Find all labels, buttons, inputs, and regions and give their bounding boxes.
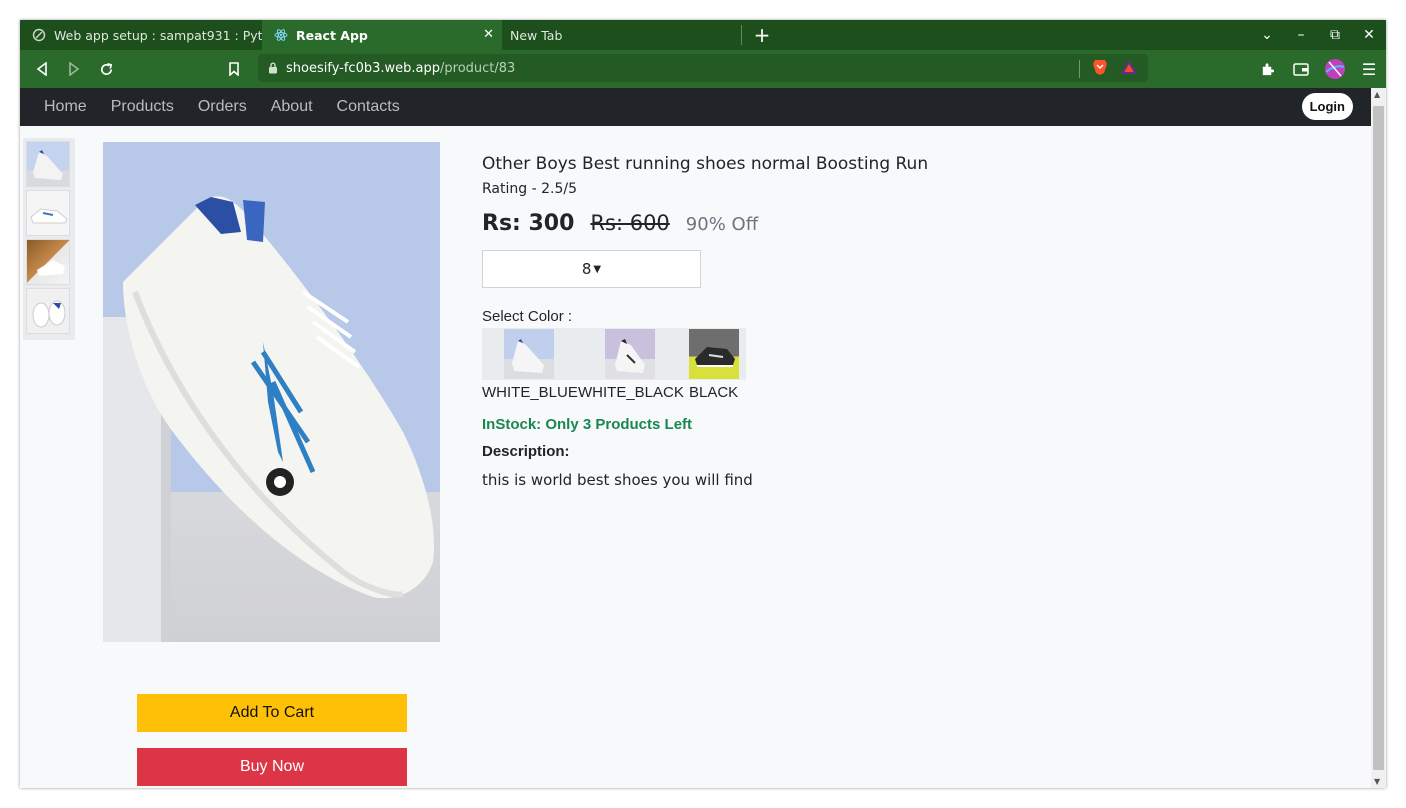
lock-icon — [268, 59, 278, 78]
color-swatches: WHITE_BLUE WHITE_BLACK BLACK — [482, 328, 746, 406]
stock-status: InStock: Only 3 Products Left — [482, 416, 693, 433]
wallet-icon[interactable] — [1284, 53, 1318, 85]
thumbnail[interactable] — [26, 190, 70, 236]
product-rating: Rating - 2.5/5 — [482, 181, 577, 197]
brave-rewards-icon[interactable] — [1120, 59, 1138, 79]
close-window-icon[interactable]: ✕ — [1352, 27, 1386, 43]
product-info: Other Boys Best running shoes normal Boo… — [482, 154, 928, 489]
replit-icon — [32, 28, 46, 42]
product-title: Other Boys Best running shoes normal Boo… — [482, 154, 929, 174]
react-icon — [274, 28, 288, 42]
nav-products[interactable]: Products — [111, 98, 174, 116]
buy-now-button[interactable]: Buy Now — [137, 748, 407, 786]
scroll-down-icon[interactable]: ▼ — [1374, 777, 1380, 786]
swatch-label: WHITE_BLACK — [578, 384, 684, 401]
thumbnail[interactable] — [26, 141, 70, 187]
swatch-white-black[interactable] — [605, 329, 655, 379]
tab-title: New Tab — [510, 27, 563, 43]
scrollbar-thumb[interactable] — [1373, 106, 1384, 770]
url-host: shoesify-fc0b3.web.app — [286, 60, 440, 76]
url-path: /product/83 — [440, 60, 516, 76]
tab-title: React App — [296, 27, 368, 43]
browser-toolbar: shoesify-fc0b3.web.app/product/83 ☰ — [20, 50, 1386, 88]
tab-new-tab[interactable]: New Tab — [502, 25, 742, 45]
url-text: shoesify-fc0b3.web.app/product/83 — [286, 61, 515, 76]
tab-web-app-setup[interactable]: Web app setup : sampat931 : Pytho — [20, 20, 262, 50]
swatch-black[interactable] — [689, 329, 739, 379]
login-button[interactable]: Login — [1301, 93, 1353, 120]
size-dropdown[interactable]: 8 ▼ — [482, 250, 701, 288]
site-navbar: Home Products Orders About Contacts Logi… — [20, 88, 1371, 126]
page-scrollbar[interactable]: ▲ ▼ — [1371, 88, 1386, 788]
bookmark-icon[interactable] — [218, 53, 250, 85]
page-content: Home Products Orders About Contacts Logi… — [20, 88, 1371, 788]
toolbar-right: ☰ — [1250, 53, 1386, 85]
size-value: 8 — [581, 260, 592, 278]
add-to-cart-button[interactable]: Add To Cart — [137, 694, 407, 732]
product-image — [103, 142, 440, 642]
tab-strip: Web app setup : sampat931 : Pytho React … — [20, 20, 1386, 50]
tab-react-app[interactable]: React App ✕ — [262, 20, 502, 50]
address-bar-icons — [1079, 58, 1138, 80]
forward-icon[interactable] — [58, 53, 90, 85]
nav-home[interactable]: Home — [44, 98, 87, 116]
extensions-icon[interactable] — [1250, 53, 1284, 85]
description-heading: Description: — [482, 443, 570, 460]
sale-price: Rs: 300 — [482, 211, 575, 236]
menu-icon[interactable]: ☰ — [1352, 53, 1386, 85]
original-price: Rs: 600 — [590, 211, 670, 235]
swatch-label: WHITE_BLUE — [482, 384, 578, 401]
swatch-white-blue[interactable] — [504, 329, 554, 379]
profile-avatar-icon[interactable] — [1318, 53, 1352, 85]
thumbnail-list — [23, 138, 75, 340]
close-tab-icon[interactable]: ✕ — [483, 27, 494, 42]
nav-about[interactable]: About — [271, 98, 313, 116]
minimize-icon[interactable]: – — [1284, 27, 1318, 43]
browser-window: Web app setup : sampat931 : Pytho React … — [20, 20, 1386, 788]
tab-search-icon[interactable]: ⌄ — [1250, 27, 1284, 43]
back-icon[interactable] — [26, 53, 58, 85]
brave-shields-icon[interactable] — [1092, 58, 1108, 80]
divider — [1079, 60, 1080, 78]
restore-icon[interactable]: ⧉ — [1318, 27, 1352, 43]
nav-orders[interactable]: Orders — [198, 98, 247, 116]
scroll-up-icon[interactable]: ▲ — [1374, 90, 1380, 99]
swatch-label: BLACK — [689, 384, 739, 401]
new-tab-button[interactable]: + — [742, 20, 782, 50]
nav-contacts[interactable]: Contacts — [337, 98, 400, 116]
tab-title: Web app setup : sampat931 : Pytho — [54, 27, 262, 43]
discount-label: 90% Off — [685, 214, 759, 235]
select-color-label: Select Color : — [482, 308, 573, 325]
thumbnail[interactable] — [26, 239, 70, 285]
price-row: Rs: 300 Rs: 600 90% Off — [482, 211, 928, 236]
window-controls: ⌄ – ⧉ ✕ — [1250, 20, 1386, 50]
reload-icon[interactable] — [90, 53, 122, 85]
description-text: this is world best shoes you will find — [482, 471, 753, 489]
caret-down-icon: ▼ — [593, 263, 602, 275]
address-bar[interactable]: shoesify-fc0b3.web.app/product/83 — [258, 54, 1148, 82]
thumbnail[interactable] — [26, 288, 70, 334]
